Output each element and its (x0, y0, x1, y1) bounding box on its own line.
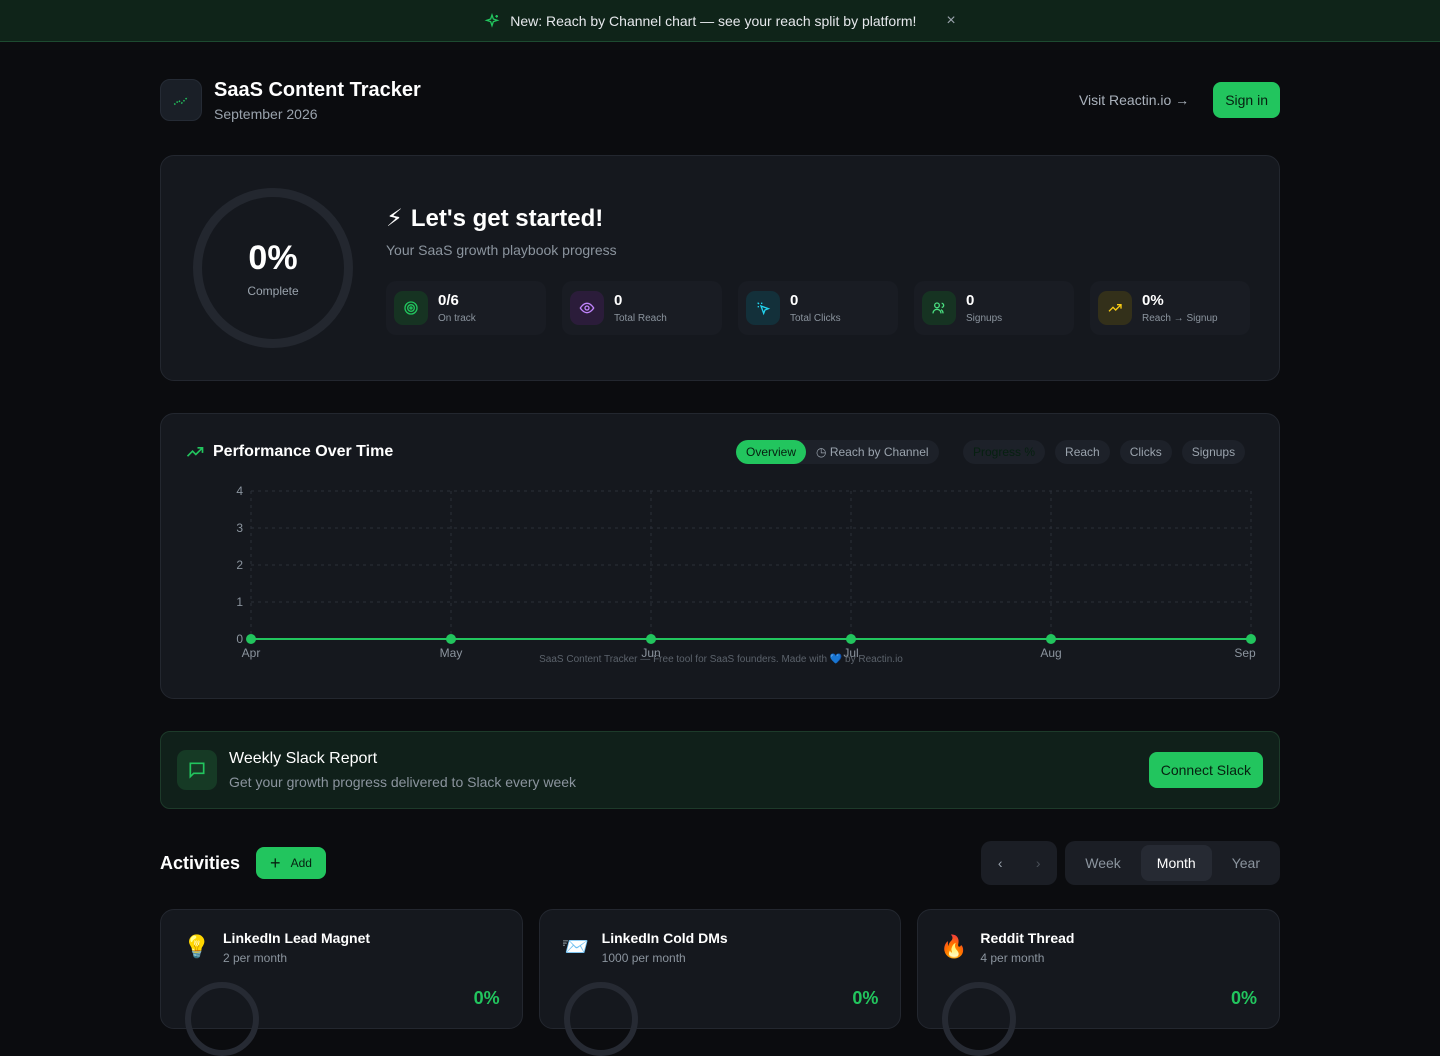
chart-line-icon (173, 96, 189, 106)
lightning-icon: ⚡ (386, 205, 403, 232)
activity-card[interactable]: 📨 LinkedIn Cold DMs 1000 per month 0% (538, 909, 902, 1056)
cursor-click-icon (746, 291, 780, 325)
data-point (246, 634, 256, 644)
activity-progress-ring (942, 982, 1017, 1056)
progress-card: 0% Complete ⚡ Let's get started! Your Sa… (160, 155, 1280, 381)
period-nav: ‹ › (981, 841, 1058, 885)
activity-percent: 0% (1231, 988, 1258, 1008)
activity-name: Reddit Thread (980, 930, 1075, 946)
activities-header: Activities + Add ‹ › Week Month Year (160, 841, 1280, 885)
data-point (1046, 634, 1056, 644)
eye-icon (570, 291, 604, 325)
activities-title: Activities (160, 852, 241, 873)
progress-ring: 0% Complete (193, 188, 353, 348)
slack-report-card: Weekly Slack Report Get your growth prog… (160, 731, 1280, 809)
banner-text: New: Reach by Channel chart — see your r… (510, 12, 917, 29)
y-tick-label: 2 (236, 558, 243, 572)
slack-subtitle: Get your growth progress delivered to Sl… (229, 774, 577, 790)
plus-icon: + (270, 852, 281, 873)
activity-frequency: 4 per month (980, 951, 1045, 965)
data-point (446, 634, 456, 644)
app-logo (160, 79, 202, 121)
stats-row: 0/6 On track 0 Total Reach 0 Total Clicks 0… (386, 281, 1250, 335)
hero-subtitle: Your SaaS growth playbook progress (386, 242, 617, 258)
app-subtitle: September 2026 (214, 105, 318, 122)
activity-cards: 💡 LinkedIn Lead Magnet 2 per month 0% 📨 … (160, 909, 1281, 1056)
activity-frequency: 1000 per month (601, 951, 686, 965)
sign-in-button[interactable]: Sign in (1213, 82, 1280, 118)
stat-on-track: 0/6 On track (386, 281, 546, 335)
footer-note: SaaS Content Tracker — Free tool for Saa… (539, 654, 903, 665)
data-point (646, 634, 656, 644)
progress-percent: 0% (248, 238, 298, 277)
connect-slack-button[interactable]: Connect Slack (1148, 752, 1263, 788)
y-tick-label: 1 (236, 595, 243, 609)
activity-frequency: 2 per month (223, 951, 288, 965)
period-week[interactable]: Week (1069, 845, 1137, 881)
users-icon (922, 291, 956, 325)
visit-reactin-link[interactable]: Visit Reactin.io → (1079, 92, 1189, 108)
target-icon (394, 291, 428, 325)
stat-total-clicks: 0 Total Clicks (738, 281, 898, 335)
progress-label: Complete (247, 283, 299, 298)
hero-title: ⚡ Let's get started! (386, 204, 604, 233)
trending-up-icon (1098, 291, 1132, 325)
announcement-banner: New: Reach by Channel chart — see your r… (0, 0, 1440, 42)
activity-percent: 0% (852, 988, 879, 1008)
stat-total-reach: 0 Total Reach (562, 281, 722, 335)
y-tick-label: 3 (236, 521, 243, 535)
sparkle-icon (484, 12, 500, 28)
y-tick-label: 0 (236, 632, 243, 646)
stat-reach-signup: 0% Reach → Signup (1090, 281, 1250, 335)
performance-card: Performance Over Time Overview ◷ Reach b… (160, 413, 1280, 699)
data-point (1246, 634, 1256, 644)
chevron-right-icon[interactable]: › (1036, 855, 1041, 871)
y-tick-label: 4 (236, 484, 243, 498)
data-point (846, 634, 856, 644)
page-header: SaaS Content Tracker September 2026 Visi… (160, 78, 1280, 122)
close-icon[interactable]: × (946, 12, 955, 30)
lightbulb-icon: 💡 (183, 934, 211, 959)
app-title: SaaS Content Tracker (214, 78, 421, 101)
message-icon (177, 750, 217, 790)
activity-progress-ring (563, 982, 638, 1056)
period-selector: Week Month Year (1065, 841, 1280, 885)
envelope-icon: 📨 (561, 934, 590, 959)
activity-card[interactable]: 💡 LinkedIn Lead Magnet 2 per month 0% (160, 909, 523, 1056)
period-year[interactable]: Year (1216, 845, 1276, 881)
period-month[interactable]: Month (1140, 845, 1212, 881)
slack-title: Weekly Slack Report (229, 750, 378, 767)
activity-name: LinkedIn Lead Magnet (223, 930, 371, 946)
add-activity-button[interactable]: + Add (256, 847, 326, 879)
stat-signups: 0 Signups (914, 281, 1074, 335)
activity-percent: 0% (473, 988, 500, 1008)
activity-progress-ring (185, 982, 259, 1056)
activity-card[interactable]: 🔥 Reddit Thread 4 per month 0% (917, 909, 1281, 1056)
activity-name: LinkedIn Cold DMs (601, 930, 728, 946)
chevron-left-icon[interactable]: ‹ (998, 855, 1003, 871)
fire-icon: 🔥 (940, 934, 968, 959)
